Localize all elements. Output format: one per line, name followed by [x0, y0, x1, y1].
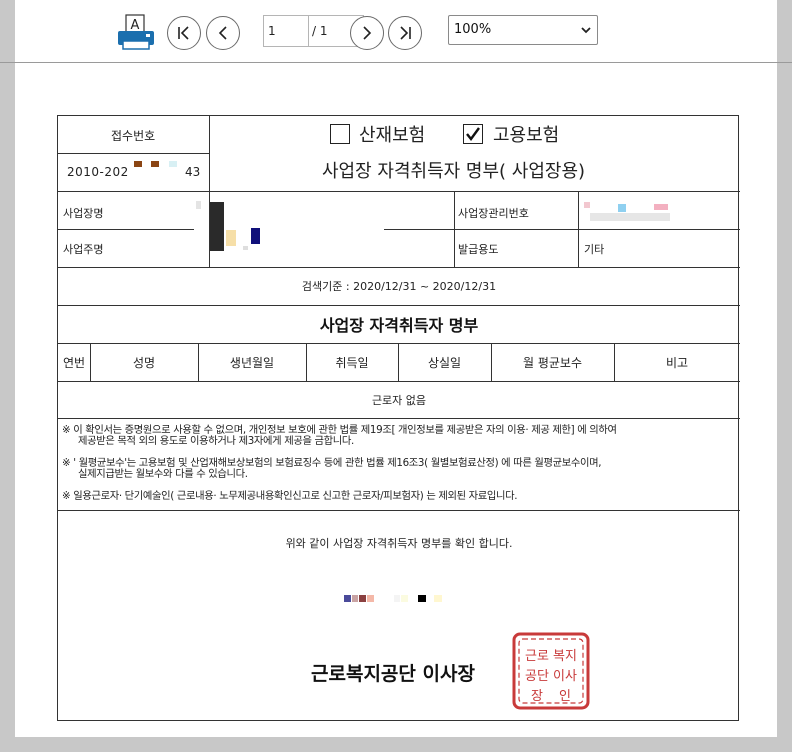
confirmation-text: 위와 같이 사업장 자격취득자 명부를 확인 합니다.	[285, 537, 513, 550]
first-page-button[interactable]	[167, 16, 201, 50]
last-page-icon	[400, 26, 411, 40]
redaction-mark	[196, 201, 201, 209]
redaction-mark	[151, 161, 159, 167]
certificate-form: 접수번호 2010-202 43 산재보험 고용보험 사업장 자격취득자 명부(…	[57, 115, 740, 721]
notice-line: 실제지급받는 월보수와 다를 수 있습니다.	[78, 468, 248, 480]
prev-page-button[interactable]	[206, 16, 240, 50]
redaction-mark	[584, 202, 590, 208]
workplace-mgmt-no-label: 사업장관리번호	[458, 207, 529, 220]
list-title: 사업장 자격취득자 명부	[319, 316, 479, 335]
redaction-mark	[654, 204, 668, 210]
issue-purpose-label: 발급용도	[458, 243, 499, 256]
redaction-mark	[344, 595, 351, 602]
column-header: 취득일	[335, 356, 369, 370]
svg-text:복지: 복지	[553, 649, 577, 664]
svg-text:근로: 근로	[525, 649, 549, 664]
print-letter: A	[131, 18, 140, 33]
column-header: 월 평균보수	[522, 356, 582, 370]
redaction-mark	[394, 595, 400, 602]
document-title: 사업장 자격취득자 명부( 사업장용)	[322, 161, 586, 182]
checkmark-icon	[466, 127, 480, 141]
workplace-owner-label: 사업주명	[63, 243, 104, 256]
official-seal-icon: 근로 복지 공단 이사 장 인	[512, 632, 590, 710]
redaction-mark	[618, 204, 626, 212]
issuer-name: 근로복지공단 이사장	[311, 663, 475, 685]
industrial-insurance-label: 산재보험	[359, 125, 426, 146]
issue-purpose-value: 기타	[584, 243, 605, 256]
redaction-mark	[434, 595, 442, 602]
chevron-left-icon	[218, 26, 227, 40]
redaction-mark	[359, 595, 366, 602]
print-button[interactable]: A	[117, 14, 157, 50]
document-page: 접수번호 2010-202 43 산재보험 고용보험 사업장 자격취득자 명부(…	[15, 63, 777, 737]
redaction-mark	[134, 161, 142, 167]
redaction-mark	[210, 202, 224, 251]
chevron-down-icon	[581, 27, 591, 34]
column-header: 연번	[62, 356, 86, 370]
redaction-mark	[367, 595, 374, 602]
chevron-right-icon	[363, 26, 372, 40]
receipt-number-label: 접수번호	[111, 129, 156, 143]
redaction-mark	[169, 161, 177, 167]
workplace-name-label: 사업장명	[63, 207, 104, 220]
receipt-number-suffix: 43	[185, 165, 201, 179]
zoom-value: 100%	[454, 22, 492, 37]
column-header: 상실일	[427, 356, 462, 370]
last-page-button[interactable]	[388, 16, 422, 50]
employment-insurance-label: 고용보험	[493, 125, 560, 146]
receipt-number-prefix: 2010-202	[67, 165, 129, 179]
redaction-mark	[352, 595, 358, 602]
printer-icon: A	[118, 14, 154, 50]
column-header: 생년월일	[229, 356, 275, 370]
svg-text:이사: 이사	[553, 669, 577, 684]
next-page-button[interactable]	[350, 16, 384, 50]
empty-state-text: 근로자 없음	[371, 394, 427, 407]
first-page-icon	[178, 26, 189, 40]
industrial-insurance-checkbox[interactable]	[330, 124, 350, 144]
column-header: 비고	[665, 356, 689, 370]
page-number-input[interactable]	[263, 15, 309, 47]
search-criteria: 검색기준 : 2020/12/31 ~ 2020/12/31	[301, 280, 497, 293]
redaction-mark	[418, 595, 426, 602]
redaction-mark	[226, 230, 236, 246]
viewer-toolbar: A / 1 100%	[15, 0, 777, 62]
svg-text:공단: 공단	[525, 669, 549, 684]
redaction-mark	[243, 246, 248, 250]
zoom-select[interactable]: 100%	[448, 15, 598, 45]
svg-text:인: 인	[559, 689, 571, 704]
notice-line: 제공받은 목적 외의 용도로 이용하거나 제3자에게 제공을 금합니다.	[78, 435, 354, 447]
column-header: 성명	[132, 356, 156, 370]
redaction-mark	[401, 595, 408, 602]
redaction-mark	[251, 228, 260, 244]
employment-insurance-checkbox[interactable]	[463, 124, 483, 144]
redaction-mark	[590, 213, 670, 221]
svg-text:장: 장	[531, 689, 543, 704]
notice-line: ※ 일용근로자· 단기예술인( 근로내용· 노무제공내용확인신고로 신고한 근로…	[62, 490, 518, 502]
